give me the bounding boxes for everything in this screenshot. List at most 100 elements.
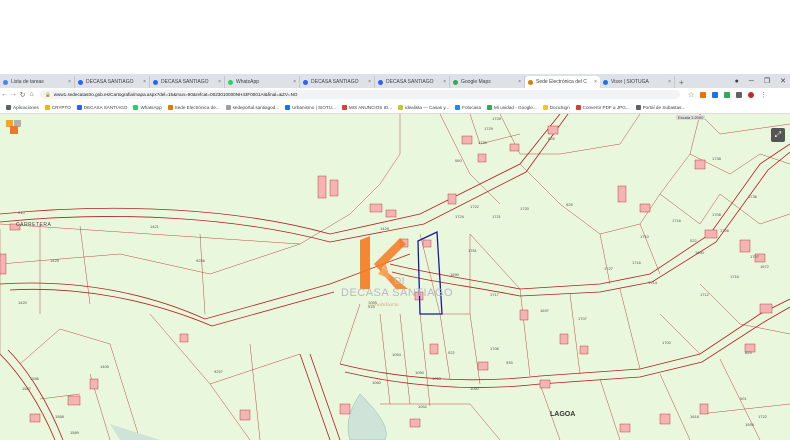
bookmark-icon — [398, 104, 404, 110]
back-icon[interactable]: ← — [0, 91, 9, 98]
bookmark-item[interactable]: idealista — Casas y... — [398, 104, 450, 110]
tab-close-icon[interactable]: × — [368, 79, 371, 85]
cadastral-map[interactable]: Escala 1:2000 ⤢ CARRETERA LAGOA 010 9256 1… — [0, 114, 790, 440]
parcel-number: 1595 — [745, 422, 754, 427]
parcel-number: 1423 — [50, 258, 59, 263]
bookmark-item[interactable]: DocuSign — [542, 104, 570, 110]
tab-close-icon[interactable]: × — [518, 79, 521, 85]
tab-favicon-icon — [528, 79, 533, 85]
browser-tab[interactable]: DECASA SANTIAGO × — [150, 76, 225, 88]
fullscreen-icon[interactable]: ⤢ — [771, 128, 785, 142]
bookmark-item[interactable]: MIS ANUNCIOS ID... — [341, 104, 393, 110]
browser-tab[interactable]: WhatsApp × — [225, 76, 300, 88]
bookmark-icon — [575, 104, 581, 110]
extension-icon-1[interactable] — [700, 91, 707, 98]
bookmark-item[interactable]: Convertir PDF a JPG... — [575, 104, 630, 110]
bookmark-icon — [44, 104, 50, 110]
parcel-number: 1720 — [520, 206, 529, 211]
tab-strip: Lista de tareas × DECASA SANTIAGO × DECASA S… — [0, 74, 790, 88]
layers-icon[interactable] — [6, 120, 24, 136]
bookmark-item[interactable]: DECASA SANTIAGO — [76, 104, 127, 110]
parcel-number: 022 — [690, 238, 697, 243]
tab-favicon-icon — [378, 79, 383, 85]
parcel-number: 1421 — [150, 224, 159, 229]
bookmark-icon — [341, 104, 347, 110]
browser-tab[interactable]: Sede Electrónica del C × — [525, 76, 600, 88]
extension-icon-2[interactable] — [712, 91, 719, 98]
record-icon[interactable]: ● — [735, 78, 739, 85]
parcel-number: 1707 — [578, 316, 587, 321]
parcel-number: 1405 — [100, 364, 109, 369]
parcel-number: 1055 — [368, 300, 377, 305]
parcel-number: 1717 — [490, 292, 499, 297]
map-canvas[interactable] — [0, 114, 790, 440]
browser-tab[interactable]: DECASA SANTIAGO × — [375, 76, 450, 88]
bookmark-item[interactable]: Portal de Subastas... — [635, 104, 685, 110]
bookmark-item[interactable]: sedeportal.santiagod... — [225, 104, 279, 110]
parcel-number: 1050 — [470, 386, 479, 391]
tab-close-icon[interactable]: × — [68, 79, 71, 85]
parcel-number: 926 — [566, 202, 573, 207]
bookmark-item[interactable]: WhatsApp — [133, 104, 162, 110]
browser-tab[interactable]: DECASA SANTIAGO × — [300, 76, 375, 88]
parcel-number: 1054 — [392, 352, 401, 357]
puzzle-icon[interactable] — [736, 91, 743, 98]
url-text: www1.sedecatastro.gob.es/Cartografia/map… — [53, 92, 298, 97]
avatar[interactable] — [748, 91, 755, 98]
bookmark-label: idealista — Casas y... — [405, 104, 450, 110]
restore-icon[interactable]: ❐ — [764, 77, 770, 85]
menu-icon[interactable]: ⋮ — [760, 91, 767, 99]
tab-label: DECASA SANTIAGO — [386, 79, 434, 85]
extensions: ☆ ⋮ — [688, 91, 767, 99]
browser-tab[interactable]: Visor | SIOTUGA × — [600, 76, 675, 88]
tab-label: DECASA SANTIAGO — [86, 79, 134, 85]
bookmark-item[interactable]: Fotocasa — [455, 104, 482, 110]
parcel-number: 1429 — [380, 226, 389, 231]
lock-icon: 🔒 — [45, 91, 51, 97]
bookmark-label: Fotocasa — [462, 104, 482, 110]
tab-favicon-icon — [78, 79, 83, 85]
bookmark-icon — [635, 104, 641, 110]
tab-close-icon[interactable]: × — [143, 79, 146, 85]
tab-label: DECASA SANTIAGO — [161, 79, 209, 85]
close-window-icon[interactable]: ✕ — [780, 77, 786, 85]
browser-tab[interactable]: DECASA SANTIAGO × — [75, 76, 150, 88]
scale-indicator: Escala 1:2000 — [676, 115, 706, 120]
browser-tab[interactable]: Google Maps × — [450, 76, 525, 88]
tab-close-icon[interactable]: × — [218, 79, 221, 85]
tab-favicon-icon — [603, 79, 608, 85]
tab-close-icon[interactable]: × — [668, 79, 671, 85]
minimize-icon[interactable]: ─ — [749, 78, 754, 85]
home-icon[interactable]: ⌂ — [27, 91, 36, 98]
street-label-lagoa: LAGOA — [550, 411, 576, 418]
parcel-number: 1710 — [640, 234, 649, 239]
new-tab-button[interactable]: + — [675, 76, 688, 88]
parcel-number: 1738 — [712, 156, 721, 161]
bookmark-icon — [542, 104, 548, 110]
bookmark-item[interactable]: Aplicaciones — [6, 104, 39, 110]
parcel-number: 1060 — [372, 380, 381, 385]
parcel-number: 1722 — [758, 414, 767, 419]
reload-icon[interactable]: ↻ — [18, 91, 27, 99]
bookmark-icon — [133, 104, 139, 110]
bookmark-item[interactable]: Urbanismo | SIOTU... — [285, 104, 336, 110]
extension-icon-3[interactable] — [724, 91, 731, 98]
bookmarks-bar: Aplicaciones CRYPTO DECASA SANTIAGO WhatsAp… — [0, 101, 790, 114]
tab-close-icon[interactable]: × — [443, 79, 446, 85]
tab-close-icon[interactable]: × — [293, 79, 296, 85]
parcel-number: 626 — [548, 136, 555, 141]
bookmark-item[interactable]: Sede Electrónica de... — [167, 104, 220, 110]
bookmark-item[interactable]: Mi unidad - Google... — [487, 104, 537, 110]
browser-tab[interactable]: Lista de tareas × — [0, 76, 75, 88]
tab-close-icon[interactable]: × — [594, 79, 597, 85]
parcel-number: 1420 — [18, 300, 27, 305]
parcel-number: 060 — [455, 158, 462, 163]
bookmark-item[interactable]: CRYPTO — [44, 104, 71, 110]
forward-icon[interactable]: → — [9, 91, 18, 98]
bookmark-label: MIS ANUNCIOS ID... — [348, 104, 393, 110]
url-field[interactable]: 🔒 www1.sedecatastro.gob.es/Cartografia/m… — [40, 90, 680, 99]
bookmark-label: Sede Electrónica de... — [174, 104, 220, 110]
parcel-number: 010 — [18, 210, 25, 215]
star-icon[interactable]: ☆ — [688, 91, 694, 99]
tab-label: Lista de tareas — [11, 79, 44, 85]
